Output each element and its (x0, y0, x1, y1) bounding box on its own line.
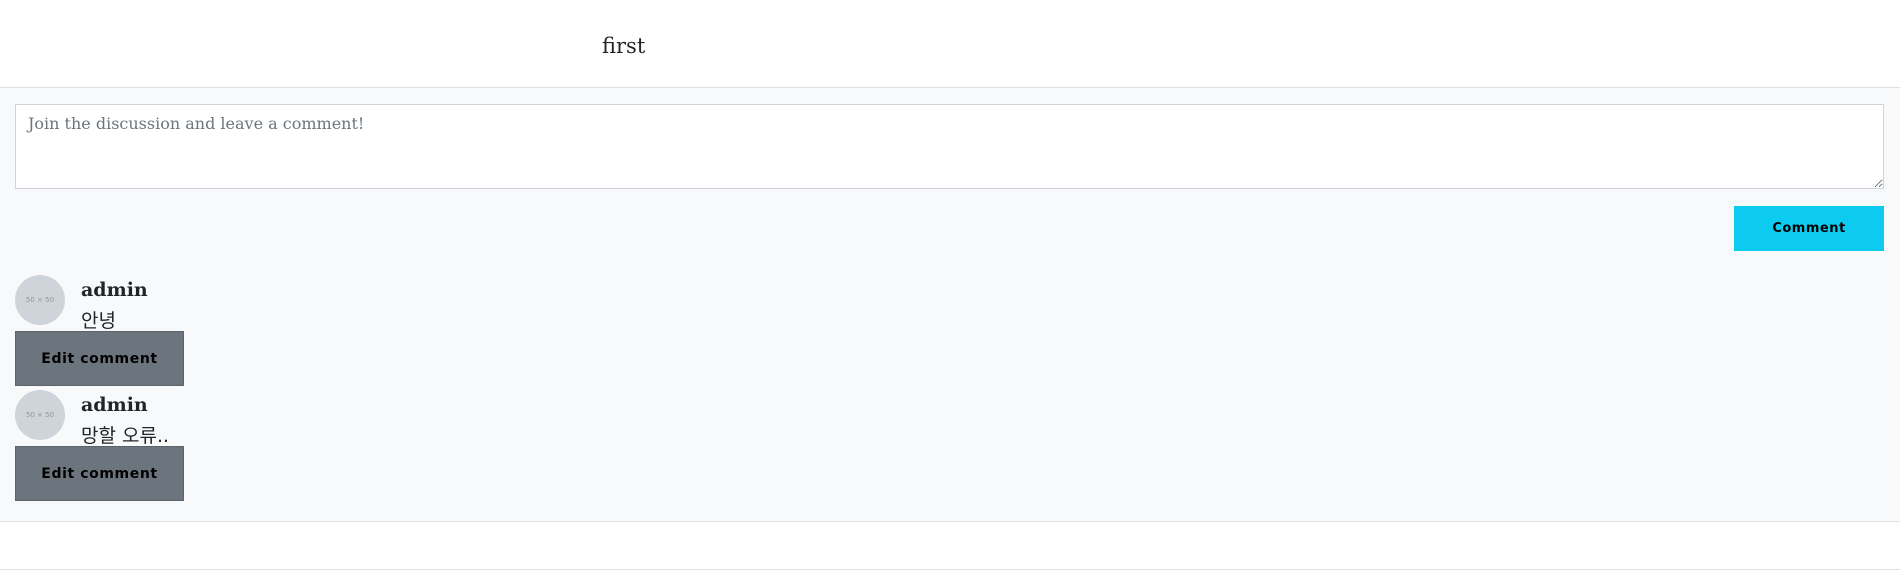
edit-comment-button[interactable]: Edit comment (15, 331, 184, 386)
comment-item: 50 × 50 admin 안녕 Edit comment (15, 275, 415, 390)
comment-textarea[interactable] (15, 104, 1884, 189)
footer-area (0, 522, 1900, 570)
avatar-placeholder-text: 50 × 50 (25, 411, 55, 419)
comment-author: admin (81, 394, 148, 416)
post-header: first (0, 0, 1900, 88)
post-title: first (602, 34, 646, 58)
avatar: 50 × 50 (15, 390, 65, 440)
avatar: 50 × 50 (15, 275, 65, 325)
comment-author: admin (81, 279, 148, 301)
comment-item: 50 × 50 admin 망할 오류.. Edit comment (15, 390, 415, 505)
comment-text: 망할 오류.. (81, 425, 170, 447)
comment-submit-button[interactable]: Comment (1734, 206, 1884, 251)
comments-section: Comment 50 × 50 admin 안녕 Edit comment 50… (0, 88, 1900, 522)
avatar-placeholder-text: 50 × 50 (25, 296, 55, 304)
edit-comment-button[interactable]: Edit comment (15, 446, 184, 501)
comment-text: 안녕 (81, 310, 116, 332)
